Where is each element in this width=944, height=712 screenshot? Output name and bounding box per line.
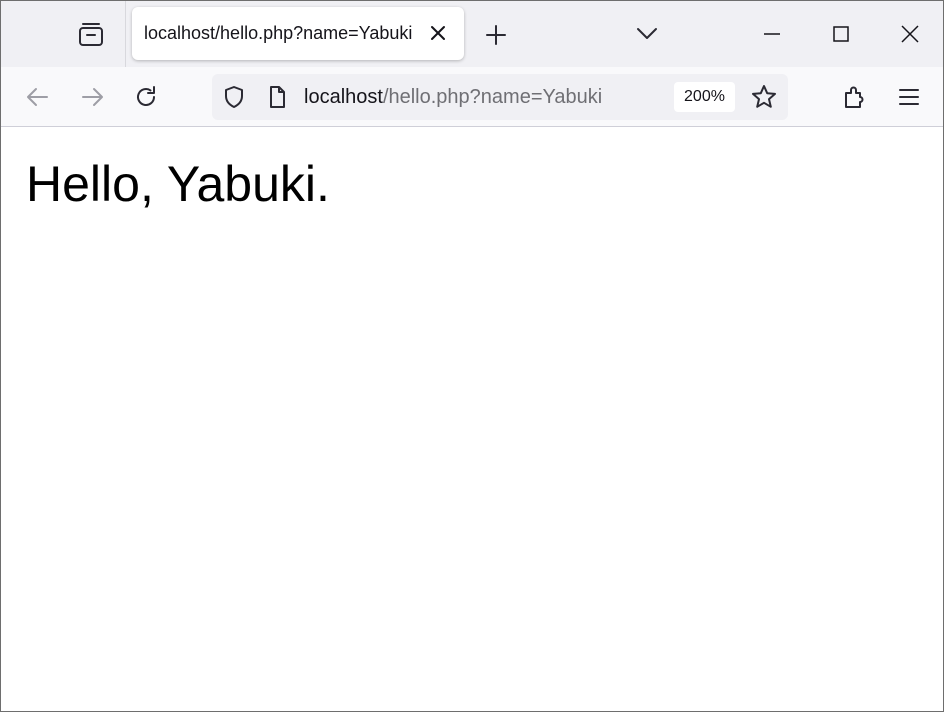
url-text[interactable]: localhost/hello.php?name=Yabuki [304, 86, 602, 109]
star-icon[interactable] [751, 84, 777, 110]
window-close-icon[interactable] [899, 23, 921, 45]
reload-icon[interactable] [133, 84, 159, 110]
firefox-view-button[interactable] [1, 1, 126, 67]
arrow-left-icon[interactable] [25, 84, 51, 110]
browser-window: localhost/hello.php?name=Yabuki localhos… [0, 0, 944, 712]
chevron-down-icon[interactable] [635, 23, 659, 45]
navigation-toolbar: localhost/hello.php?name=Yabuki 200% [1, 67, 943, 127]
zoom-level-button[interactable]: 200% [674, 82, 735, 112]
tab-title: localhost/hello.php?name=Yabuki [144, 23, 413, 43]
tab-active[interactable]: localhost/hello.php?name=Yabuki [132, 7, 464, 60]
shield-icon[interactable] [222, 85, 246, 109]
firefox-view-icon [79, 23, 103, 46]
maximize-icon[interactable] [830, 23, 852, 45]
url-host: localhost [304, 86, 383, 108]
url-path: /hello.php?name=Yabuki [382, 86, 603, 108]
page-icon[interactable] [265, 85, 289, 109]
plus-icon[interactable] [484, 23, 508, 47]
minimize-icon[interactable] [761, 23, 783, 45]
url-bar[interactable]: localhost/hello.php?name=Yabuki 200% [212, 74, 788, 120]
puzzle-icon[interactable] [842, 84, 868, 110]
greeting-heading: Hello, Yabuki. [26, 156, 330, 212]
arrow-right-icon[interactable] [79, 84, 105, 110]
tab-strip: localhost/hello.php?name=Yabuki [1, 1, 943, 67]
close-icon[interactable] [428, 23, 448, 43]
page-content: Hello, Yabuki. [1, 127, 943, 711]
hamburger-icon[interactable] [896, 84, 922, 110]
